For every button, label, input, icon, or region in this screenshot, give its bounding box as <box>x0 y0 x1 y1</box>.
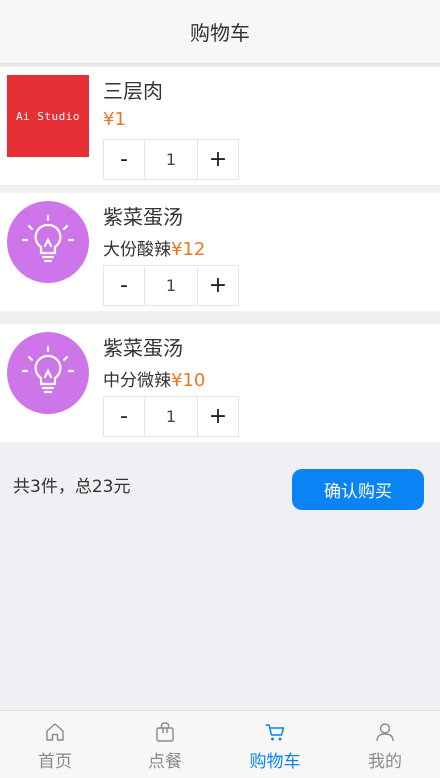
page-title: 购物车 <box>190 21 250 45</box>
product-price: ¥12 <box>171 239 206 260</box>
product-image-ai-studio-logo: Ai Studio <box>7 75 89 157</box>
increase-button[interactable]: + <box>198 397 238 436</box>
product-spec: 中分微辣 <box>103 371 171 391</box>
spec-price-line: 中分微辣 ¥10 <box>103 366 205 391</box>
cart-icon <box>263 720 287 744</box>
tab-label: 购物车 <box>249 752 301 772</box>
decrease-button[interactable]: - <box>104 266 144 305</box>
tab-home[interactable]: 首页 <box>0 711 110 778</box>
tab-label: 点餐 <box>148 752 182 772</box>
logo-text: Ai Studio <box>15 109 81 123</box>
quantity-stepper: - 1 + <box>103 265 239 306</box>
home-icon <box>43 720 67 744</box>
quantity-value[interactable]: 1 <box>144 140 198 179</box>
quantity-stepper: - 1 + <box>103 396 239 437</box>
product-spec: 大份酸辣 <box>103 240 171 260</box>
user-icon <box>373 720 397 744</box>
bulb-icon <box>7 201 89 283</box>
spec-price-line: ¥1 <box>103 109 126 130</box>
product-name: 紫菜蛋汤 <box>103 205 183 229</box>
increase-button[interactable]: + <box>198 266 238 305</box>
confirm-purchase-button[interactable]: 确认购买 <box>292 469 424 510</box>
quantity-stepper: - 1 + <box>103 139 239 180</box>
decrease-button[interactable]: - <box>104 140 144 179</box>
product-name: 紫菜蛋汤 <box>103 336 183 360</box>
increase-button[interactable]: + <box>198 140 238 179</box>
cart-item: 紫菜蛋汤 大份酸辣 ¥12 - 1 + <box>0 193 440 311</box>
bulb-icon <box>7 332 89 414</box>
bag-icon <box>153 720 177 744</box>
quantity-value[interactable]: 1 <box>144 397 198 436</box>
decrease-button[interactable]: - <box>104 397 144 436</box>
product-price: ¥1 <box>103 109 126 130</box>
tab-profile[interactable]: 我的 <box>330 711 440 778</box>
nav-header: 购物车 <box>0 0 440 64</box>
tab-cart[interactable]: 购物车 <box>220 711 330 778</box>
quantity-value[interactable]: 1 <box>144 266 198 305</box>
tab-label: 首页 <box>38 752 72 772</box>
cart-summary: 共3件，总23元 <box>13 477 131 497</box>
tab-label: 我的 <box>368 752 402 772</box>
cart-item: Ai Studio 三层肉 ¥1 - 1 + <box>0 67 440 185</box>
tab-order[interactable]: 点餐 <box>110 711 220 778</box>
bottom-tab-bar: 首页 点餐 购物车 我的 <box>0 710 440 778</box>
cart-item: 紫菜蛋汤 中分微辣 ¥10 - 1 + <box>0 324 440 442</box>
spec-price-line: 大份酸辣 ¥12 <box>103 235 205 260</box>
product-name: 三层肉 <box>103 79 163 103</box>
product-price: ¥10 <box>171 370 206 391</box>
cart-page: 购物车 Ai Studio 三层肉 ¥1 - 1 + 紫菜蛋汤 大份酸辣 ¥12… <box>0 0 440 778</box>
